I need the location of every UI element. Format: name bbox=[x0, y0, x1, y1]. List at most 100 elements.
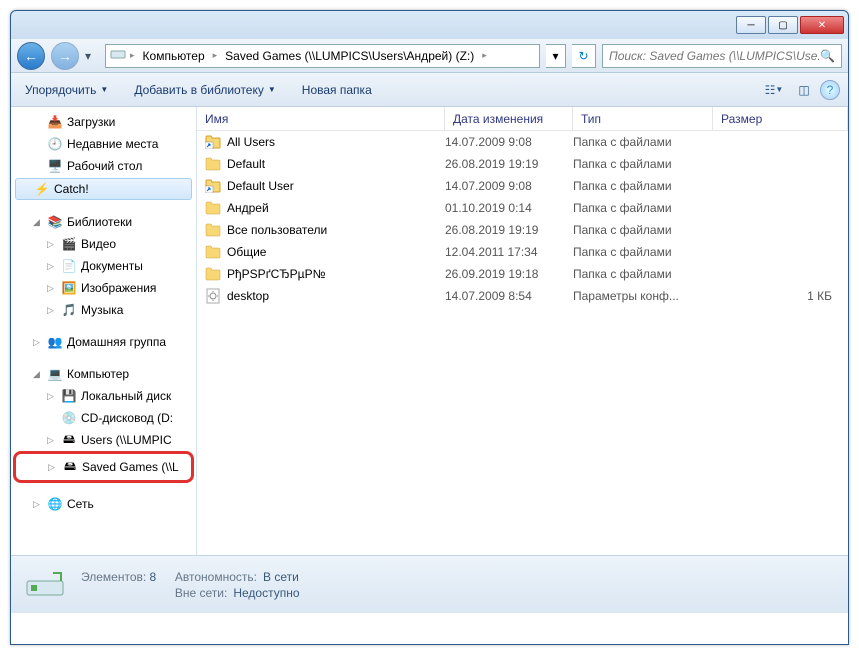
homegroup-icon: 👥 bbox=[47, 334, 63, 350]
file-row[interactable]: Default26.08.2019 19:19Папка с файлами bbox=[197, 153, 848, 175]
maximize-button[interactable]: ▢ bbox=[768, 16, 798, 34]
sidebar-item-pictures[interactable]: ▷🖼️Изображения bbox=[11, 277, 196, 299]
file-name: РђРЅРґСЂРµР№ bbox=[227, 267, 325, 281]
network-drive-large-icon bbox=[23, 563, 67, 607]
autonomy-label: Автономность: bbox=[175, 570, 257, 584]
file-size: 1 КБ bbox=[713, 289, 848, 303]
new-folder-button[interactable]: Новая папка bbox=[296, 79, 378, 101]
sidebar-item-downloads[interactable]: 📥Загрузки bbox=[11, 111, 196, 133]
music-icon: 🎵 bbox=[61, 302, 77, 318]
file-type: Папка с файлами bbox=[573, 245, 713, 259]
pictures-icon: 🖼️ bbox=[61, 280, 77, 296]
history-dropdown[interactable]: ▾ bbox=[85, 49, 99, 63]
file-row[interactable]: РђРЅРґСЂРµР№26.09.2019 19:18Папка с файл… bbox=[197, 263, 848, 285]
help-button[interactable]: ? bbox=[820, 80, 840, 100]
navigation-pane[interactable]: 📥Загрузки 🕘Недавние места 🖥️Рабочий стол… bbox=[11, 107, 197, 555]
file-date: 26.09.2019 19:18 bbox=[445, 267, 573, 281]
recent-icon: 🕘 bbox=[47, 136, 63, 152]
column-type[interactable]: Тип bbox=[573, 107, 713, 130]
search-input[interactable] bbox=[609, 49, 820, 63]
file-date: 14.07.2009 9:08 bbox=[445, 135, 573, 149]
back-button[interactable]: ← bbox=[17, 42, 45, 70]
column-size[interactable]: Размер bbox=[713, 107, 848, 130]
sidebar-item-video[interactable]: ▷🎬Видео bbox=[11, 233, 196, 255]
organize-button[interactable]: Упорядочить▼ bbox=[19, 79, 114, 101]
libraries-icon: 📚 bbox=[47, 214, 63, 230]
address-bar[interactable]: ▸ Компьютер ▸ Saved Games (\\LUMPICS\Use… bbox=[105, 44, 540, 68]
file-row[interactable]: Default User 14.07.2009 9:08Папка с файла… bbox=[197, 175, 848, 197]
expand-icon[interactable]: ◢ bbox=[33, 369, 43, 380]
sidebar-item-recent[interactable]: 🕘Недавние места bbox=[11, 133, 196, 155]
file-row[interactable]: All Users 14.07.2009 9:08Папка с файлами bbox=[197, 131, 848, 153]
status-info: Элементов: 8 Автономность: В сети Элемен… bbox=[81, 569, 300, 601]
breadcrumb-computer[interactable]: Компьютер bbox=[139, 49, 209, 63]
file-type: Папка с файлами bbox=[573, 201, 713, 215]
sidebar-item-documents[interactable]: ▷📄Документы bbox=[11, 255, 196, 277]
titlebar: ─ ▢ ✕ bbox=[11, 11, 848, 39]
sidebar-item-homegroup[interactable]: ▷👥Домашняя группа bbox=[11, 331, 196, 353]
sidebar-item-savedgames[interactable]: ▷🖴Saved Games (\\L bbox=[18, 456, 189, 478]
file-name: All Users bbox=[227, 135, 275, 149]
column-headers: Имя Дата изменения Тип Размер bbox=[197, 107, 848, 131]
catch-icon: ⚡ bbox=[34, 181, 50, 197]
sidebar-item-users-share[interactable]: ▷🖴Users (\\LUMPIC bbox=[11, 429, 196, 451]
computer-icon: 💻 bbox=[47, 366, 63, 382]
sidebar-item-music[interactable]: ▷🎵Музыка bbox=[11, 299, 196, 321]
ini-icon bbox=[205, 288, 221, 304]
disk-icon: 💾 bbox=[61, 388, 77, 404]
refresh-button[interactable]: ↻ bbox=[572, 44, 596, 68]
column-name[interactable]: Имя bbox=[197, 107, 445, 130]
minimize-button[interactable]: ─ bbox=[736, 16, 766, 34]
sidebar-item-catch[interactable]: ⚡Catch! bbox=[15, 178, 192, 200]
file-name: Default User bbox=[227, 179, 294, 193]
sidebar-item-desktop[interactable]: 🖥️Рабочий стол bbox=[11, 155, 196, 177]
file-name: Андрей bbox=[227, 201, 269, 215]
folder-icon bbox=[205, 244, 221, 260]
folder-icon bbox=[205, 266, 221, 282]
preview-pane-button[interactable]: ◫ bbox=[790, 79, 818, 101]
sidebar-item-localdisk[interactable]: ▷💾Локальный диск bbox=[11, 385, 196, 407]
file-rows: All Users14.07.2009 9:08Папка с файламиD… bbox=[197, 131, 848, 555]
breadcrumb-sep[interactable]: ▸ bbox=[211, 48, 220, 63]
close-button[interactable]: ✕ bbox=[800, 16, 844, 34]
view-mode-button[interactable]: ☷ ▼ bbox=[760, 79, 788, 101]
file-date: 14.07.2009 8:54 bbox=[445, 289, 573, 303]
desktop-icon: 🖥️ bbox=[47, 158, 63, 174]
file-row[interactable]: Андрей01.10.2019 0:14Папка с файлами bbox=[197, 197, 848, 219]
forward-button[interactable]: → bbox=[51, 42, 79, 70]
search-box[interactable]: 🔍 bbox=[602, 44, 842, 68]
file-type: Папка с файлами bbox=[573, 179, 713, 193]
details-pane: Элементов: 8 Автономность: В сети Элемен… bbox=[11, 555, 848, 613]
breadcrumb-sep[interactable]: ▸ bbox=[128, 48, 137, 63]
file-date: 14.07.2009 9:08 bbox=[445, 179, 573, 193]
column-date[interactable]: Дата изменения bbox=[445, 107, 573, 130]
file-list: Имя Дата изменения Тип Размер All Users 1… bbox=[197, 107, 848, 555]
add-to-library-button[interactable]: Добавить в библиотеку▼ bbox=[128, 79, 281, 101]
sidebar-item-network[interactable]: ▷🌐Сеть bbox=[11, 493, 196, 515]
file-name: Общие bbox=[227, 245, 266, 259]
offline-value: Недоступно bbox=[233, 586, 299, 600]
file-type: Папка с файлами bbox=[573, 135, 713, 149]
offline-label: Вне сети: bbox=[175, 586, 227, 600]
breadcrumb-sep[interactable]: ▸ bbox=[480, 48, 489, 63]
network-icon: 🌐 bbox=[47, 496, 63, 512]
file-name: Все пользователи bbox=[227, 223, 327, 237]
folder-icon bbox=[205, 156, 221, 172]
sidebar-item-computer[interactable]: ◢💻Компьютер bbox=[11, 363, 196, 385]
address-dropdown[interactable]: ▾ bbox=[546, 44, 566, 68]
file-name: desktop bbox=[227, 289, 269, 303]
navbar: ← → ▾ ▸ Компьютер ▸ Saved Games (\\LUMPI… bbox=[11, 39, 848, 73]
sidebar-item-libraries[interactable]: ◢📚Библиотеки bbox=[11, 211, 196, 233]
video-icon: 🎬 bbox=[61, 236, 77, 252]
network-drive-icon: 🖴 bbox=[61, 432, 77, 448]
toolbar: Упорядочить▼ Добавить в библиотеку▼ Нова… bbox=[11, 73, 848, 107]
file-row[interactable]: Все пользователи26.08.2019 19:19Папка с … bbox=[197, 219, 848, 241]
highlight-annotation: ▷🖴Saved Games (\\L bbox=[13, 451, 194, 483]
file-row[interactable]: desktop14.07.2009 8:54Параметры конф...1… bbox=[197, 285, 848, 307]
expand-icon[interactable]: ◢ bbox=[33, 217, 43, 228]
file-row[interactable]: Общие12.04.2011 17:34Папка с файлами bbox=[197, 241, 848, 263]
sidebar-item-cdrom[interactable]: 💿CD-дисковод (D: bbox=[11, 407, 196, 429]
cdrom-icon: 💿 bbox=[61, 410, 77, 426]
breadcrumb-folder[interactable]: Saved Games (\\LUMPICS\Users\Андрей) (Z:… bbox=[221, 49, 478, 63]
link-icon bbox=[205, 178, 221, 194]
